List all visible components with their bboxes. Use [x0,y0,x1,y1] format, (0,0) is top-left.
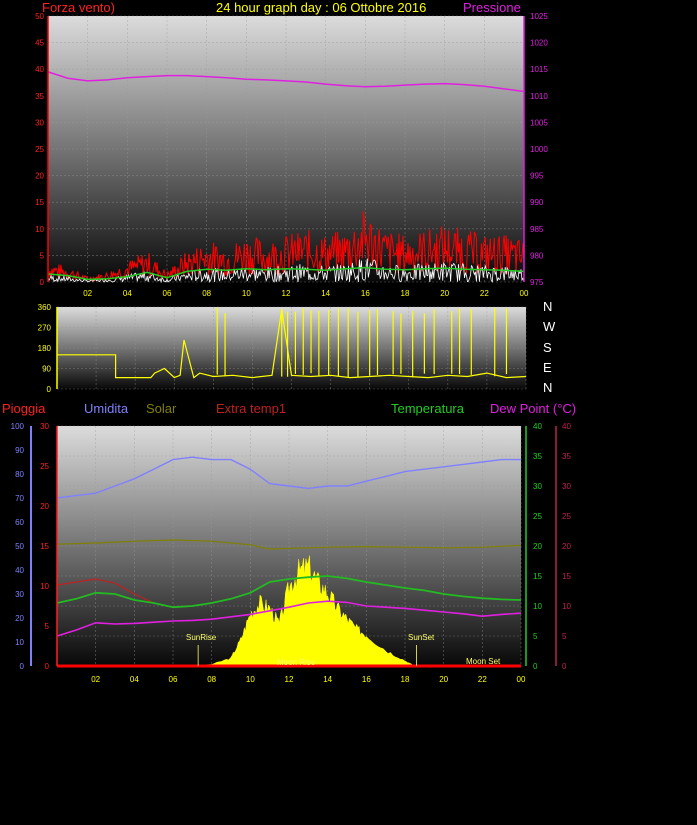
time-tick-label: 04 [130,675,139,684]
time-tick-label: 06 [163,289,172,298]
temperature-tick-label: 35 [533,452,542,461]
wind-tick-label: 35 [35,92,44,101]
humidity-tick-label: 50 [15,542,24,551]
pressure-tick-label: 1005 [530,118,548,127]
direction-tick-label: 0 [47,385,52,394]
rain-tick-label: 15 [40,542,49,551]
time-tick-label: 00 [517,675,526,684]
dewpoint-tick-label: 5 [562,632,567,641]
pressure-tick-label: 1015 [530,65,548,74]
moonset-label: Moon Set [466,657,501,666]
time-tick-label: 16 [361,289,370,298]
time-tick-label: 12 [285,675,294,684]
time-tick-label: 14 [321,289,330,298]
pressure-tick-label: 980 [530,251,544,260]
rain-tick-label: 20 [40,502,49,511]
moonrise-label: Moon Rise [277,658,316,667]
pressure-tick-label: 1000 [530,145,548,154]
wind-tick-label: 45 [35,39,44,48]
pressure-tick-label: 1025 [530,12,548,21]
time-tick-label: 22 [480,289,489,298]
direction-tick-label: 270 [38,324,52,333]
wind-tick-label: 0 [40,278,45,287]
rain-tick-label: 25 [40,462,49,471]
wind-tick-label: 50 [35,12,44,21]
humidity-tick-label: 90 [15,446,24,455]
time-tick-label: 02 [91,675,100,684]
rain-tick-label: 30 [40,422,49,431]
humidity-tick-label: 60 [15,518,24,527]
temperature-tick-label: 0 [533,662,538,671]
time-tick-label: 20 [440,289,449,298]
direction-tick-label: 90 [42,365,51,374]
dewpoint-tick-label: 35 [562,452,571,461]
rain-tick-label: 0 [45,662,50,671]
wind-tick-label: 15 [35,198,44,207]
pressure-tick-label: 1020 [530,39,548,48]
humidity-tick-label: 10 [15,638,24,647]
time-tick-label: 10 [242,289,251,298]
wind-tick-label: 5 [40,251,45,260]
dewpoint-tick-label: 15 [562,572,571,581]
wind-tick-label: 20 [35,172,44,181]
time-tick-label: 22 [478,675,487,684]
temperature-tick-label: 5 [533,632,538,641]
dewpoint-tick-label: 10 [562,602,571,611]
time-tick-label: 14 [323,675,332,684]
humidity-tick-label: 70 [15,494,24,503]
dewpoint-tick-label: 25 [562,512,571,521]
humidity-tick-label: 40 [15,566,24,575]
time-tick-label: 00 [520,289,529,298]
time-tick-label: 18 [401,675,410,684]
humidity-tick-label: 100 [11,422,25,431]
dewpoint-tick-label: 0 [562,662,567,671]
humidity-tick-label: 30 [15,590,24,599]
direction-tick-label: 180 [38,344,52,353]
pressure-tick-label: 990 [530,198,544,207]
temperature-tick-label: 15 [533,572,542,581]
wind-tick-label: 40 [35,65,44,74]
dewpoint-tick-label: 30 [562,482,571,491]
temperature-tick-label: 20 [533,542,542,551]
rain-tick-label: 5 [45,622,50,631]
time-tick-label: 10 [246,675,255,684]
time-tick-label: 02 [83,289,92,298]
humidity-tick-label: 80 [15,470,24,479]
humidity-tick-label: 0 [20,662,25,671]
time-tick-label: 08 [207,675,216,684]
temperature-tick-label: 25 [533,512,542,521]
time-tick-label: 04 [123,289,132,298]
humidity-tick-label: 20 [15,614,24,623]
time-tick-label: 20 [439,675,448,684]
time-tick-label: 12 [282,289,291,298]
weather-charts: 0510152025303540455097598098599099510001… [11,12,572,684]
sunrise-label: SunRise [186,633,217,642]
temperature-tick-label: 40 [533,422,542,431]
temperature-tick-label: 30 [533,482,542,491]
temperature-tick-label: 10 [533,602,542,611]
time-tick-label: 16 [362,675,371,684]
wind-tick-label: 10 [35,225,44,234]
pressure-tick-label: 1010 [530,92,548,101]
direction-tick-label: 360 [38,303,52,312]
time-tick-label: 06 [169,675,178,684]
pressure-tick-label: 995 [530,172,544,181]
sunset-label: SunSet [408,633,435,642]
wind-tick-label: 30 [35,118,44,127]
time-tick-label: 18 [401,289,410,298]
rain-tick-label: 10 [40,582,49,591]
pressure-tick-label: 985 [530,225,544,234]
wind-tick-label: 25 [35,145,44,154]
time-tick-label: 08 [202,289,211,298]
pressure-tick-label: 975 [530,278,544,287]
dewpoint-tick-label: 40 [562,422,571,431]
dewpoint-tick-label: 20 [562,542,571,551]
